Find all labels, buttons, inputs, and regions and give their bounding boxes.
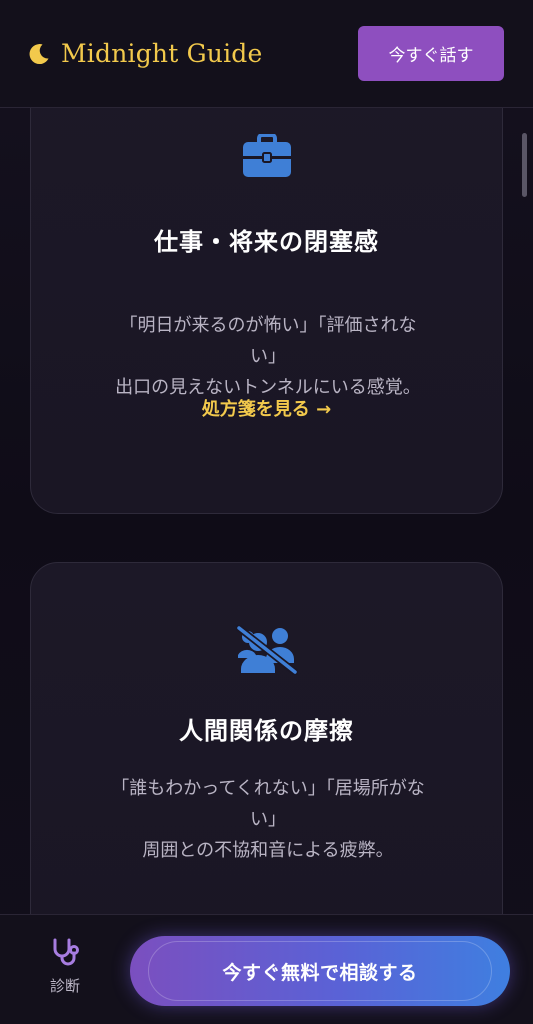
bottom-bar: 診断 今すぐ無料で相談する: [0, 914, 533, 1024]
briefcase-icon: [242, 134, 291, 177]
content-scroll-area[interactable]: 仕事・将来の閉塞感 「明日が来るのが怖い」「評価されな い」 出口の見えないトン…: [0, 108, 533, 914]
cta-label: 今すぐ無料で相談する: [222, 962, 418, 984]
brand-name: Midnight Guide: [61, 39, 263, 68]
users-slash-icon: [235, 625, 298, 675]
moon-icon: [29, 43, 49, 64]
card-title: 仕事・将来の閉塞感: [154, 228, 379, 256]
card-description: 「誰もわかってくれない」「居場所がな い」 周囲との不協和音による疲弊。: [83, 773, 453, 866]
card-desc-line: い」: [250, 346, 286, 367]
top-header: Midnight Guide 今すぐ話す: [0, 0, 533, 108]
talk-now-button[interactable]: 今すぐ話す: [358, 26, 504, 81]
free-consultation-button[interactable]: 今すぐ無料で相談する: [130, 936, 510, 1006]
card-desc-line: い」: [250, 809, 286, 830]
card-desc-line: 周囲との不協和音による疲弊。: [142, 840, 394, 861]
stethoscope-icon: [53, 938, 79, 966]
card-title: 人間関係の摩擦: [179, 717, 354, 745]
scrollbar-thumb[interactable]: [522, 133, 527, 197]
concern-card-relationships[interactable]: 人間関係の摩擦 「誰もわかってくれない」「居場所がな い」 周囲との不協和音によ…: [30, 562, 503, 914]
view-prescription-link[interactable]: 処方箋を見る →: [31, 395, 502, 421]
diagnosis-label: 診断: [49, 977, 80, 995]
card-description: 「明日が来るのが怖い」「評価されな い」 出口の見えないトンネルにいる感覚。: [83, 310, 453, 403]
brand[interactable]: Midnight Guide: [27, 39, 262, 68]
diagnosis-nav-item[interactable]: 診断: [40, 937, 90, 996]
card-desc-line: 「明日が来るのが怖い」「評価されな: [119, 315, 417, 336]
concern-card-work[interactable]: 仕事・将来の閉塞感 「明日が来るのが怖い」「評価されな い」 出口の見えないトン…: [30, 108, 503, 514]
page: Midnight Guide 今すぐ話す 仕事・将来の閉塞感 「明日が来るのが怖…: [0, 0, 533, 1024]
card-desc-line: 「誰もわかってくれない」「居場所がな: [111, 778, 425, 799]
